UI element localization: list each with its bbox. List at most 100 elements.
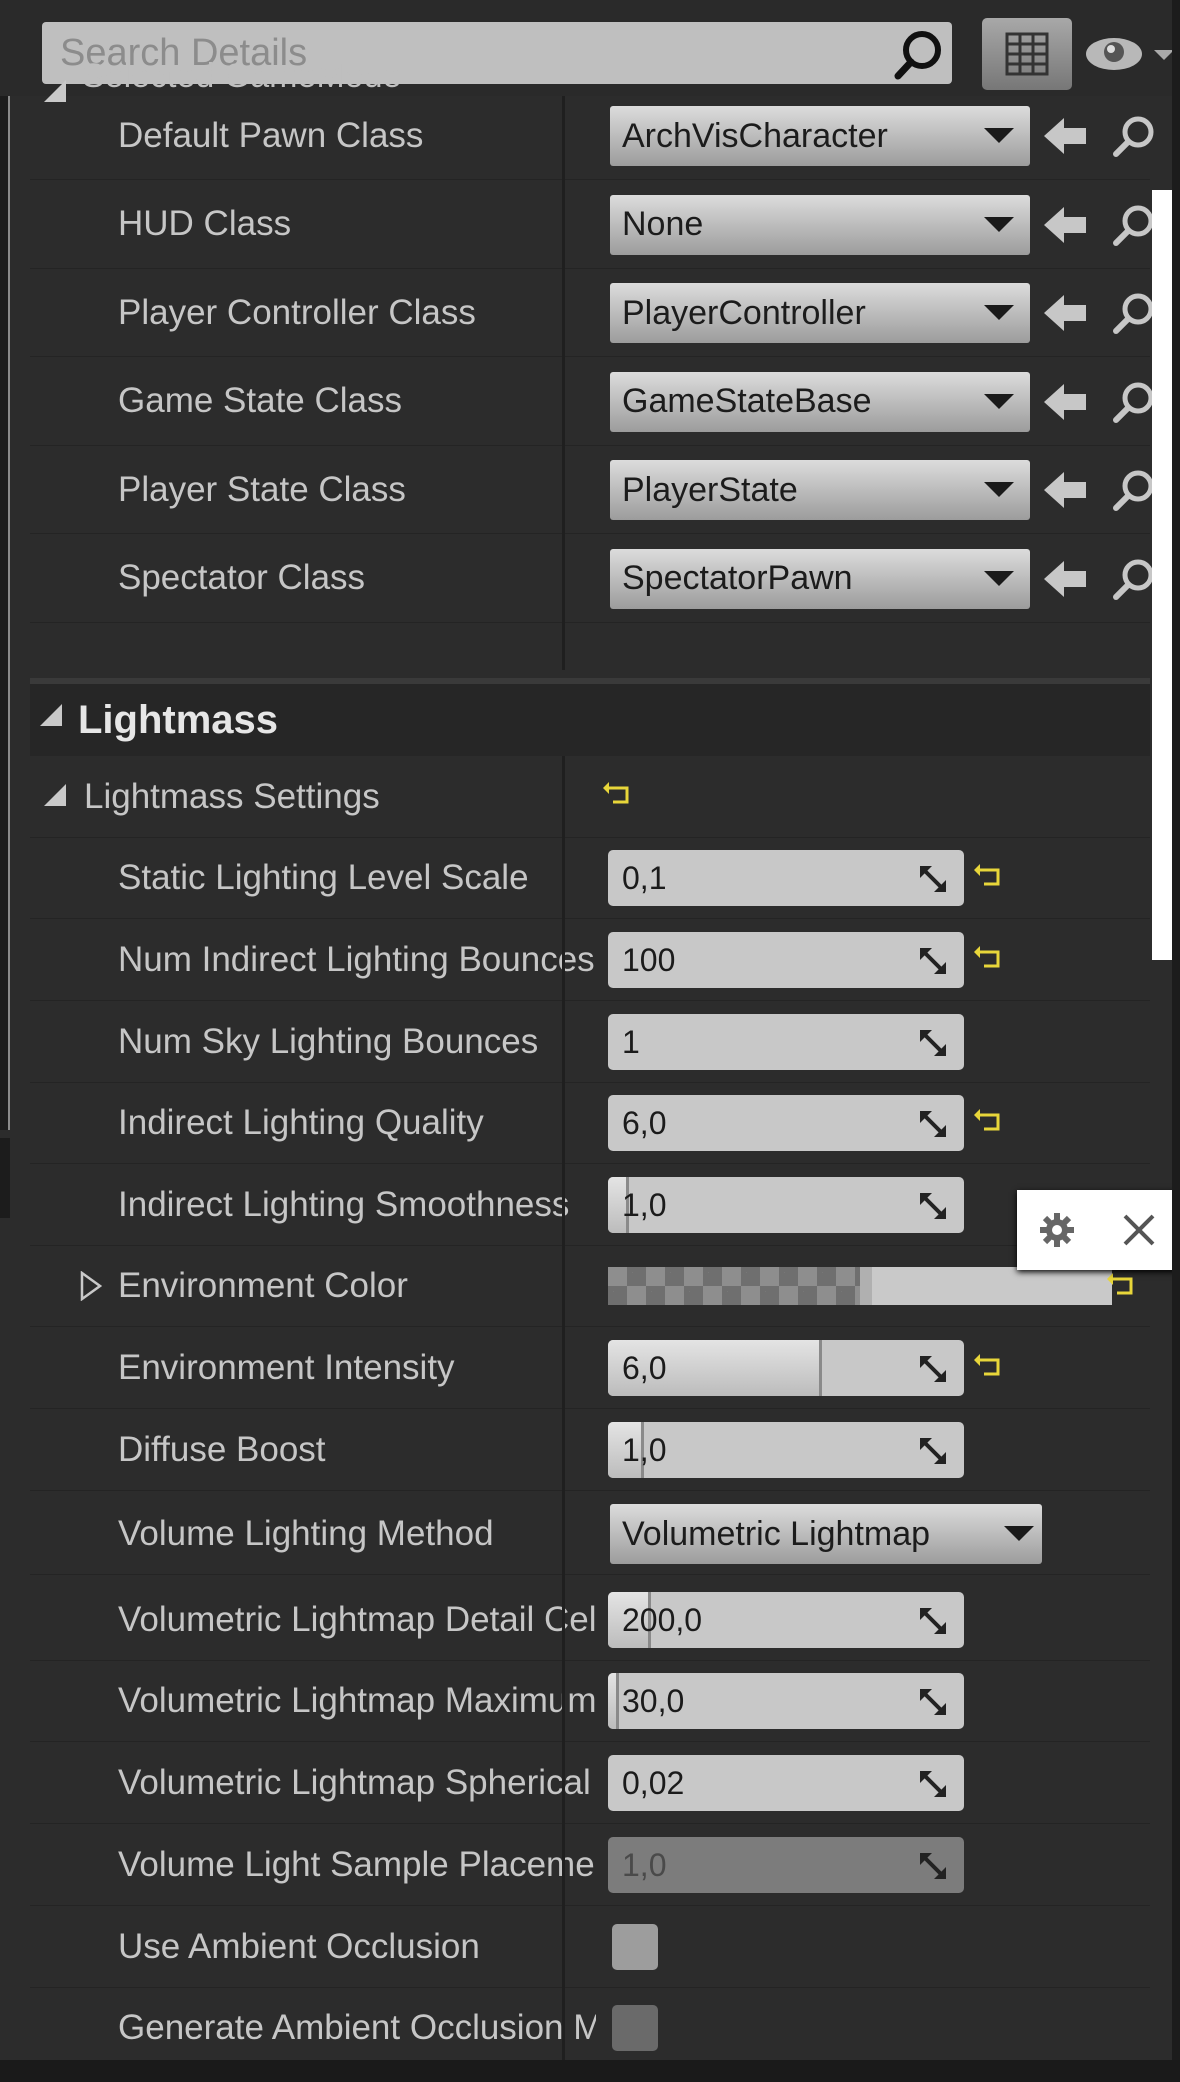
reset-to-default-icon[interactable] — [974, 944, 1006, 976]
spinbox-value: 1,0 — [622, 1431, 667, 1468]
use-selected-arrow-icon[interactable] — [1042, 466, 1090, 514]
gamemode-property-row: Default Pawn Class ArchVisCharacter — [30, 92, 1154, 180]
lightmass-property-row: Indirect Lighting Smoothness 1,0 — [30, 1164, 1150, 1246]
class-combo-box[interactable]: GameStateBase — [610, 371, 1030, 432]
property-label: Volume Light Sample Placement Scale — [118, 1844, 596, 1884]
use-selected-arrow-icon[interactable] — [1042, 555, 1090, 603]
drag-spin-icon[interactable] — [918, 1436, 948, 1466]
left-splitter[interactable] — [0, 0, 10, 1130]
numeric-spinbox[interactable]: 0,1 — [608, 850, 964, 906]
numeric-spinbox[interactable]: 1,0 — [608, 1422, 964, 1478]
class-combo-box[interactable]: PlayerState — [610, 460, 1030, 520]
chevron-down-icon — [1004, 1526, 1034, 1541]
property-label: Environment Color — [118, 1265, 408, 1305]
column-divider[interactable] — [562, 756, 565, 2060]
property-label: Num Sky Lighting Bounces — [118, 1021, 539, 1061]
class-combo-box[interactable]: None — [610, 194, 1030, 255]
gamemode-property-row: Player State Class PlayerState — [30, 446, 1154, 534]
drag-spin-icon[interactable] — [918, 1028, 948, 1058]
property-label: Environment Intensity — [118, 1347, 455, 1387]
class-combo-box[interactable]: ArchVisCharacter — [610, 106, 1030, 166]
class-combo-box[interactable]: SpectatorPawn — [610, 548, 1030, 609]
numeric-spinbox[interactable]: 1,0 — [608, 1177, 964, 1233]
numeric-spinbox[interactable]: 0,02 — [608, 1755, 964, 1811]
browse-magnifier-icon[interactable] — [1110, 112, 1158, 160]
class-combo-box[interactable]: PlayerController — [610, 283, 1030, 343]
numeric-spinbox[interactable]: 30,0 — [608, 1673, 964, 1729]
drag-spin-icon[interactable] — [918, 1354, 948, 1384]
property-label: Indirect Lighting Quality — [118, 1102, 484, 1142]
chevron-down-icon — [984, 128, 1014, 143]
drag-spin-icon[interactable] — [918, 1687, 948, 1717]
scrollbar-track[interactable] — [1172, 0, 1180, 2082]
property-label: Diffuse Boost — [118, 1429, 326, 1469]
gamemode-property-row: Game State Class GameStateBase — [30, 358, 1154, 446]
numeric-spinbox[interactable]: 200,0 — [608, 1592, 964, 1648]
chevron-down-icon — [984, 482, 1014, 497]
reset-to-default-icon[interactable] — [603, 780, 635, 812]
combo-value: Volumetric Lightmap — [622, 1514, 931, 1553]
combo-value: ArchVisCharacter — [622, 116, 888, 155]
chevron-down-icon — [984, 570, 1014, 586]
drag-spin-icon[interactable] — [918, 1851, 948, 1881]
use-selected-arrow-icon[interactable] — [1042, 289, 1090, 337]
environment-color-swatch[interactable] — [608, 1267, 1112, 1305]
browse-magnifier-icon[interactable] — [1110, 201, 1158, 249]
lightmass-property-row: Volumetric Lightmap Maximum Brick Memory… — [30, 1660, 1150, 1742]
reset-to-default-icon[interactable] — [974, 862, 1006, 894]
lightmass-property-row: Diffuse Boost 1,0 — [30, 1409, 1150, 1491]
use-selected-arrow-icon[interactable] — [1042, 201, 1090, 249]
property-label: Volumetric Lightmap Maximum Brick Memory — [118, 1680, 596, 1720]
lightmass-property-row: Static Lighting Level Scale 0,1 — [30, 837, 1150, 919]
drag-spin-icon[interactable] — [918, 1769, 948, 1799]
collapse-arrow-icon[interactable] — [40, 704, 62, 726]
chevron-down-icon — [984, 216, 1014, 232]
gamemode-property-row: Spectator Class SpectatorPawn — [30, 535, 1154, 623]
property-label: Player Controller Class — [118, 292, 476, 332]
lightmass-property-row: Use Ambient Occlusion — [30, 1906, 1150, 1988]
lightmass-category-header[interactable]: Lightmass — [30, 678, 1150, 756]
use-selected-arrow-icon[interactable] — [1042, 378, 1090, 426]
numeric-spinbox[interactable]: 6,0 — [608, 1095, 964, 1151]
browse-magnifier-icon[interactable] — [1110, 555, 1158, 603]
drag-spin-icon[interactable] — [918, 1191, 948, 1221]
property-checkbox[interactable] — [612, 2005, 658, 2051]
combo-value: GameStateBase — [622, 382, 872, 420]
lightmass-settings-label: Lightmass Settings — [84, 776, 380, 816]
property-label: Use Ambient Occlusion — [118, 1926, 480, 1966]
spinbox-value: 0,02 — [622, 1764, 685, 1801]
reset-to-default-icon[interactable] — [1107, 1271, 1139, 1303]
volume-lighting-method-dropdown[interactable]: Volumetric Lightmap — [610, 1504, 1042, 1564]
reset-to-default-icon[interactable] — [974, 1352, 1006, 1384]
lightmass-property-row: Generate Ambient Occlusion Material Mask — [30, 1987, 1150, 2069]
property-checkbox[interactable] — [612, 1924, 658, 1970]
drag-spin-icon[interactable] — [918, 946, 948, 976]
numeric-spinbox[interactable]: 100 — [608, 932, 964, 988]
lightmass-property-row: Num Sky Lighting Bounces 1 — [30, 1001, 1150, 1083]
gamemode-property-row: HUD Class None — [30, 181, 1154, 269]
use-selected-arrow-icon[interactable] — [1042, 112, 1090, 160]
property-label: Generate Ambient Occlusion Material Mask — [118, 2007, 596, 2047]
numeric-spinbox[interactable]: 1 — [608, 1014, 964, 1070]
alpha-checker — [608, 1267, 860, 1305]
collapse-arrow-icon[interactable] — [44, 784, 66, 806]
numeric-spinbox[interactable]: 6,0 — [608, 1340, 964, 1396]
drag-spin-icon[interactable] — [918, 864, 948, 894]
drag-spin-icon[interactable] — [918, 1606, 948, 1636]
numeric-spinbox[interactable]: 1,0 — [608, 1837, 964, 1893]
lightmass-settings-row[interactable]: Lightmass Settings — [30, 756, 1150, 838]
column-divider[interactable] — [562, 96, 565, 670]
browse-magnifier-icon[interactable] — [1110, 378, 1158, 426]
spinbox-value: 6,0 — [622, 1349, 667, 1386]
expand-arrow-icon[interactable] — [80, 1271, 102, 1301]
footer-bar — [0, 2060, 1180, 2082]
close-icon[interactable] — [1119, 1210, 1159, 1250]
reset-to-default-icon[interactable] — [974, 1107, 1006, 1139]
lightmass-property-row: Num Indirect Lighting Bounces 100 — [30, 919, 1150, 1001]
gear-icon[interactable] — [1037, 1210, 1077, 1250]
spinbox-value: 1,0 — [622, 1186, 667, 1223]
browse-magnifier-icon[interactable] — [1110, 289, 1158, 337]
browse-magnifier-icon[interactable] — [1110, 466, 1158, 514]
lightmass-property-row: Volumetric Lightmap Detail Cell Size 200… — [30, 1579, 1150, 1661]
drag-spin-icon[interactable] — [918, 1109, 948, 1139]
